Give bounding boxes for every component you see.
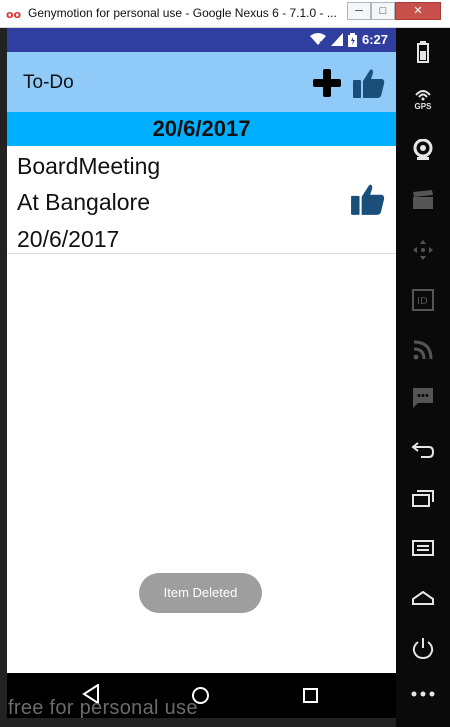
battery-icon[interactable]: [407, 36, 439, 68]
status-time: 6:27: [361, 32, 388, 47]
signal-icon: [330, 33, 343, 46]
close-button[interactable]: ✕: [395, 2, 441, 20]
list-item[interactable]: BoardMeeting At Bangalore 20/6/2017: [7, 146, 396, 254]
recents-icon[interactable]: [303, 688, 318, 703]
menu-icon[interactable]: [407, 532, 439, 564]
sms-icon[interactable]: [407, 382, 439, 414]
emulator-sidebar: GPS ID: [396, 28, 450, 727]
task-location: At Bangalore: [17, 189, 150, 215]
add-icon[interactable]: [312, 68, 342, 98]
webcam-icon[interactable]: [407, 134, 439, 166]
gps-icon[interactable]: GPS: [407, 84, 439, 116]
recents-icon[interactable]: [407, 482, 439, 514]
window-title: Genymotion for personal use - Google Nex…: [28, 6, 337, 20]
device-frame: [0, 28, 7, 727]
battery-icon: [347, 32, 357, 47]
home-icon[interactable]: [407, 582, 439, 614]
window-titlebar: oo Genymotion for personal use - Google …: [0, 0, 450, 28]
task-title: BoardMeeting: [17, 153, 161, 179]
id-icon[interactable]: ID: [407, 284, 439, 316]
status-bar: x 6:27: [7, 28, 396, 52]
date-header: 20/6/2017: [7, 112, 396, 146]
maximize-button[interactable]: □: [371, 2, 395, 20]
more-icon[interactable]: [407, 678, 439, 710]
minimize-button[interactable]: ─: [347, 2, 371, 20]
svg-text:ID: ID: [417, 296, 428, 307]
back-icon[interactable]: [407, 434, 439, 466]
gps-label: GPS: [414, 102, 432, 111]
thumbs-up-icon[interactable]: [350, 181, 386, 217]
genymotion-logo: oo: [6, 8, 22, 21]
thumbs-up-icon[interactable]: [352, 66, 386, 100]
app-bar: To-Do: [7, 52, 396, 112]
toast-message: Item Deleted: [139, 573, 262, 613]
power-icon[interactable]: [407, 632, 439, 664]
rss-icon[interactable]: [407, 334, 439, 366]
watermark: free for personal use: [8, 697, 198, 719]
task-date: 20/6/2017: [17, 226, 120, 252]
capture-icon[interactable]: [407, 184, 439, 216]
dpad-icon[interactable]: [407, 234, 439, 266]
svg-text:x: x: [319, 39, 323, 46]
wifi-icon: x: [309, 33, 326, 46]
app-title: To-Do: [23, 72, 74, 93]
